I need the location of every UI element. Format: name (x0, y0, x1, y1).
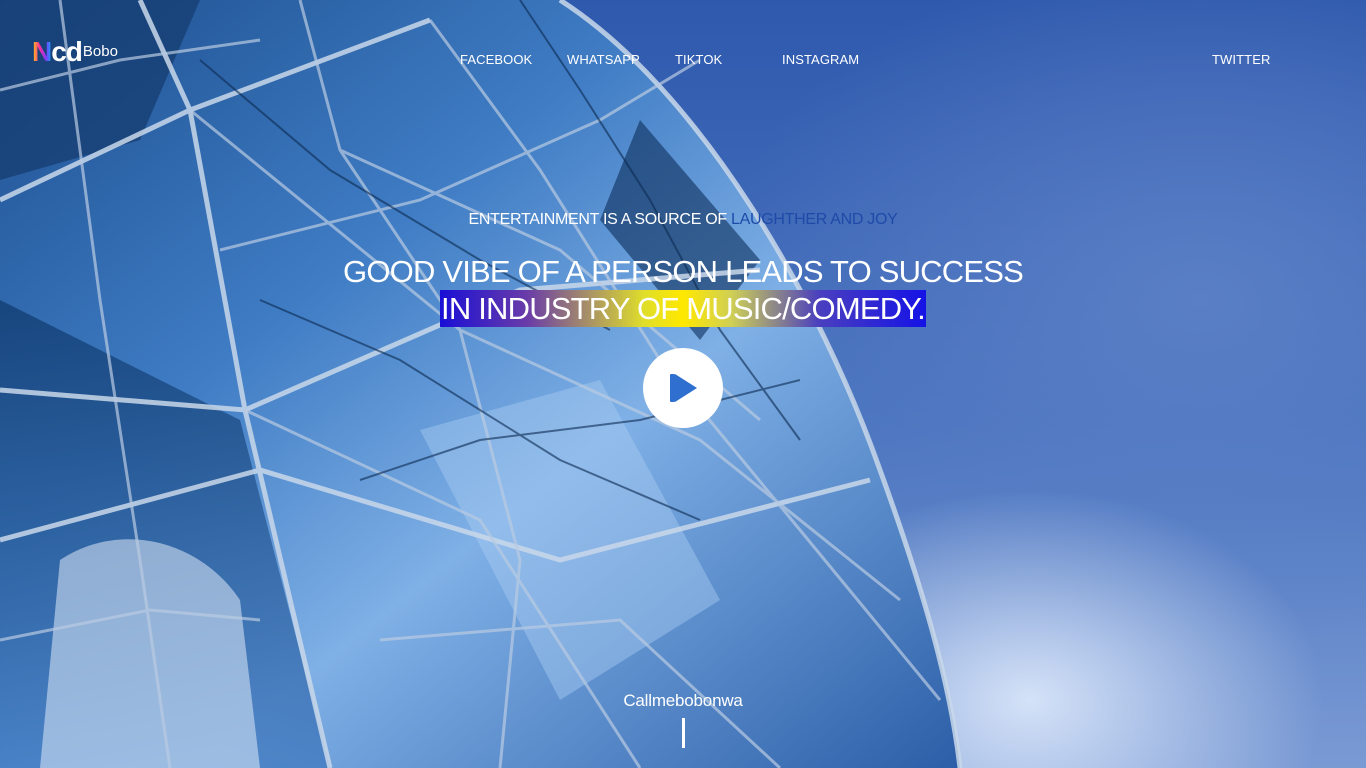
logo-mark-n: N (32, 36, 52, 67)
logo-mark-cd: cd (51, 36, 83, 67)
nav-link-facebook[interactable]: FACEBOOK (460, 52, 532, 67)
nav-link-twitter[interactable]: TWITTER (1212, 52, 1270, 67)
play-icon (670, 374, 697, 402)
nav-link-whatsapp[interactable]: WHATSAPP (567, 52, 640, 67)
hero-headline-line2: IN INDUSTRY OF MUSIC/COMEDY. (0, 290, 1366, 327)
artist-handle: Callmebobonwa (623, 691, 743, 710)
nav-link-tiktok[interactable]: TIKTOK (675, 52, 722, 67)
site-logo[interactable]: N cd Bobo (32, 36, 118, 66)
logo-text: Bobo (82, 43, 118, 60)
hero-headline-line1: GOOD VIBE OF A PERSON LEADS TO SUCCESS (343, 254, 1024, 289)
tagline-accent: LAUGHTHER AND JOY (730, 211, 898, 228)
hero-tagline: ENTERTAINMENT IS A SOURCE OF LAUGHTHER A… (0, 211, 1366, 229)
scroll-indicator (682, 718, 685, 748)
play-video-button[interactable] (643, 348, 723, 428)
nav-link-instagram[interactable]: INSTAGRAM (782, 52, 859, 67)
headline-highlight: IN INDUSTRY OF MUSIC/COMEDY. (440, 290, 926, 327)
tagline-prefix: ENTERTAINMENT IS A SOURCE OF (468, 211, 728, 228)
